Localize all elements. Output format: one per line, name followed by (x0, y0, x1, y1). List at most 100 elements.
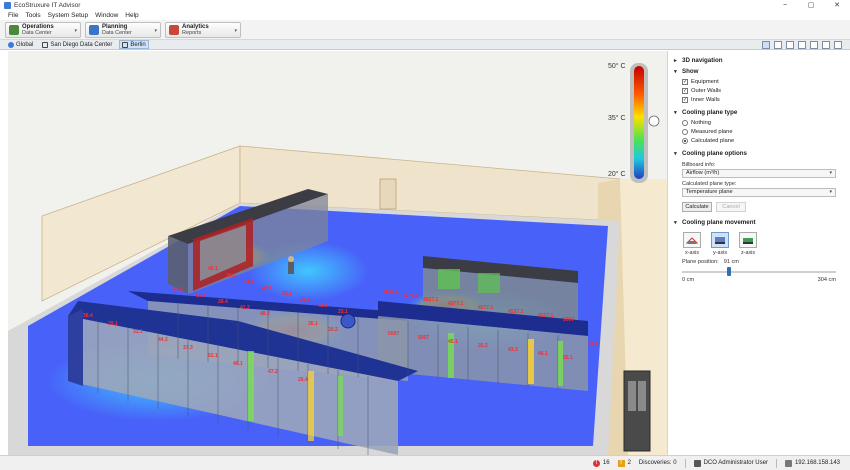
section-3d-navigation[interactable]: ▸ 3D navigation (674, 55, 842, 66)
rack-label[interactable]: 34.5 (173, 287, 183, 293)
rack-label[interactable]: 50.4 (196, 293, 206, 299)
rack-label[interactable]: 40.1 (233, 361, 243, 367)
calculated-plane-type-select[interactable]: Temperature plane ▾ (682, 188, 836, 197)
show-outer-walls-option[interactable]: ✓ Outer Walls (674, 86, 842, 95)
cancel-button[interactable]: Cancel (716, 202, 746, 212)
tab-global[interactable]: Global (6, 40, 35, 49)
plane-type-calculated[interactable]: Calculated plane (674, 136, 842, 145)
rack-label[interactable]: 4527.1 (383, 289, 398, 295)
z-axis-option[interactable]: z-axis (738, 232, 758, 256)
rack-label[interactable]: 4377.1 (403, 293, 418, 299)
rack-label[interactable]: 55.1 (282, 291, 292, 297)
floor-view-icon[interactable] (774, 41, 782, 49)
3d-view-icon[interactable] (762, 41, 770, 49)
rack-label[interactable]: 29.1 (108, 321, 118, 327)
rack-label[interactable]: 39.3 (300, 297, 310, 303)
rack-label[interactable]: 45.1 (448, 339, 458, 345)
rack-label[interactable]: 5007 (563, 317, 574, 323)
radio-icon[interactable] (682, 119, 688, 126)
rack-label[interactable]: 4377.1 (448, 301, 463, 307)
tab-san-diego[interactable]: San Diego Data Center (40, 40, 114, 49)
z-axis-icon[interactable] (739, 232, 757, 248)
warning-count[interactable]: ! 2 (617, 459, 631, 467)
user-info[interactable]: DCO Administrator User (693, 459, 768, 467)
rack-label[interactable]: 52.1 (208, 353, 218, 359)
section-cooling-plane-options[interactable]: ▾ Cooling plane options (674, 148, 842, 159)
section-show[interactable]: ▾ Show (674, 66, 842, 77)
plane-type-measured[interactable]: Measured plane (674, 127, 842, 136)
checkbox-checked-icon[interactable]: ✓ (682, 87, 688, 94)
rack-label[interactable]: 43.3 (244, 279, 254, 285)
section-cooling-plane-movement[interactable]: ▾ Cooling plane movement (674, 217, 842, 228)
rack-label[interactable]: 38.4 (83, 313, 93, 319)
rack-label[interactable]: 46.1 (538, 351, 548, 357)
tab-berlin[interactable]: Berlin (119, 40, 149, 49)
x-axis-icon[interactable] (683, 232, 701, 248)
layers-icon[interactable] (810, 41, 818, 49)
rack-label[interactable]: 46.1 (262, 286, 272, 292)
menu-window[interactable]: Window (95, 12, 118, 19)
x-axis-option[interactable]: x-axis (682, 232, 702, 256)
rack-label[interactable]: 5007 (388, 331, 399, 337)
calculate-button[interactable]: Calculate (682, 202, 712, 212)
close-button[interactable]: ✕ (824, 0, 850, 11)
rack-label[interactable]: 45.1 (208, 266, 218, 272)
planning-button[interactable]: Planning Data Center ▾ (85, 21, 161, 38)
minimize-button[interactable]: − (772, 0, 798, 11)
billboard-info-value: Airflow (m³/h) (686, 170, 720, 176)
rack-label[interactable]: 47.2 (268, 369, 278, 375)
plane-position-slider[interactable] (682, 267, 836, 277)
status-divider (684, 458, 686, 468)
rack-label[interactable]: 41.2 (240, 305, 250, 311)
rack-view-icon[interactable] (786, 41, 794, 49)
menu-file[interactable]: File (8, 12, 18, 19)
show-inner-walls-option[interactable]: ✓ Inner Walls (674, 95, 842, 104)
data-center-scene[interactable] (8, 51, 667, 455)
rack-label[interactable]: 33.1 (338, 309, 348, 315)
menu-help[interactable]: Help (125, 12, 138, 19)
error-count[interactable]: ! 16 (592, 459, 610, 467)
y-axis-option[interactable]: y-axis (710, 232, 730, 256)
rack-label[interactable]: 44.2 (158, 337, 168, 343)
menu-tools[interactable]: Tools (25, 12, 40, 19)
rack-label[interactable]: 55.1 (563, 355, 573, 361)
rack-label[interactable]: 4527.1 (538, 313, 553, 319)
rack-label[interactable]: 36.1 (308, 321, 318, 327)
rack-label[interactable]: 43.3 (508, 347, 518, 353)
settings-icon[interactable] (822, 41, 830, 49)
y-axis-icon[interactable] (711, 232, 729, 248)
3d-viewport[interactable]: 50° C 35° C 20° C 45.1 35.2 43.3 46.1 55.1 39… (8, 51, 667, 455)
rack-label[interactable]: 31.1 (133, 329, 143, 335)
rack-label[interactable]: 37.3 (183, 345, 193, 351)
slider-thumb[interactable] (727, 267, 731, 276)
discoveries[interactable]: Discoveries: 0 (639, 460, 677, 466)
rack-label[interactable]: 42.3 (318, 303, 328, 309)
list-view-icon[interactable] (798, 41, 806, 49)
rack-label[interactable]: 35.2 (226, 273, 236, 279)
rack-label[interactable]: 28.4 (218, 299, 228, 305)
rack-label[interactable]: 26.4 (298, 377, 308, 383)
server-info[interactable]: 192.168.158.143 (784, 459, 840, 467)
maximize-button[interactable]: ▢ (798, 0, 824, 11)
rack-label[interactable]: 4527.1 (423, 297, 438, 303)
section-cooling-plane-type[interactable]: ▾ Cooling plane type (674, 107, 842, 118)
plane-type-nothing[interactable]: Nothing (674, 118, 842, 127)
checkbox-checked-icon[interactable]: ✓ (682, 78, 688, 85)
analytics-icon (169, 24, 179, 35)
analytics-button[interactable]: Analytics Reports ▾ (165, 21, 241, 38)
show-equipment-option[interactable]: ✓ Equipment (674, 77, 842, 86)
rack-label[interactable]: 4527.1 (508, 309, 523, 315)
rack-label[interactable]: 48.2 (260, 311, 270, 317)
checkbox-checked-icon[interactable]: ✓ (682, 96, 688, 103)
rack-label[interactable]: 39.3 (588, 341, 598, 347)
rack-label[interactable]: 5007 (418, 335, 429, 341)
menu-system-setup[interactable]: System Setup (48, 12, 88, 19)
camera-icon[interactable] (834, 41, 842, 49)
radio-selected-icon[interactable] (682, 137, 688, 144)
rack-label[interactable]: 35.2 (478, 343, 488, 349)
rack-label[interactable]: 30.2 (328, 327, 338, 333)
radio-icon[interactable] (682, 128, 688, 135)
billboard-info-select[interactable]: Airflow (m³/h) ▾ (682, 169, 836, 178)
rack-label[interactable]: 4577.1 (478, 305, 493, 311)
operations-button[interactable]: Operations Data Center ▾ (5, 21, 81, 38)
